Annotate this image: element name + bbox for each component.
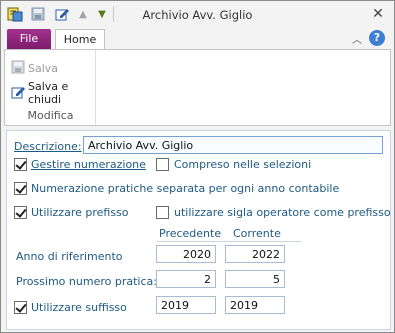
help-icon[interactable]: ? — [369, 30, 385, 46]
numerazione-separata-checkbox[interactable] — [14, 182, 27, 195]
tab-file[interactable]: File — [7, 29, 51, 49]
descrizione-label: Descrizione: — [14, 140, 82, 153]
numerazione-separata-label[interactable]: Numerazione pratiche separata per ogni a… — [31, 182, 339, 195]
anno-riferimento-label: Anno di riferimento — [16, 250, 123, 263]
window-title: Archivio Avv. Giglio — [142, 8, 253, 22]
utilizzare-suffisso-label[interactable]: Utilizzare suffisso — [31, 301, 127, 314]
prossimo-corrente-field[interactable]: 5 — [225, 270, 285, 288]
compreso-selezioni-label[interactable]: Compreso nelle selezioni — [174, 158, 311, 171]
gestire-numerazione-checkbox[interactable] — [14, 158, 27, 171]
prossimo-numero-label: Prossimo numero pratica: — [16, 275, 157, 288]
utilizzare-prefisso-label[interactable]: Utilizzare prefisso — [31, 206, 129, 219]
window: ▲ ▼ Archivio Avv. Giglio ✕ File Home ︿ ?… — [0, 0, 395, 333]
tab-home[interactable]: Home — [55, 29, 105, 50]
save-small-icon — [11, 60, 25, 77]
ribbon-tabs: File Home ︿ ? — [1, 28, 394, 50]
save-label: Salva — [28, 61, 59, 75]
save-button[interactable]: Salva — [11, 59, 58, 77]
ribbon: Salva Salva e chiudi Modifica — [4, 49, 391, 126]
suffisso-precedente-field[interactable]: 2019 — [156, 296, 216, 314]
close-icon[interactable]: ✕ — [370, 6, 386, 22]
utilizzare-prefisso-checkbox[interactable] — [14, 206, 27, 219]
sigla-operatore-label[interactable]: utilizzare sigla operatore come prefisso — [174, 206, 391, 219]
column-divider — [157, 241, 301, 242]
gestire-numerazione-label[interactable]: Gestire numerazione — [31, 158, 146, 171]
save-close-label: Salva e chiudi — [28, 80, 69, 106]
ribbon-group-modifica: Salva Salva e chiudi Modifica — [5, 50, 96, 125]
anno-corrente-field[interactable]: 2022 — [225, 245, 285, 263]
collapse-ribbon-icon[interactable]: ︿ — [350, 31, 364, 46]
prossimo-precedente-field[interactable]: 2 — [156, 270, 216, 288]
title-bar: ▲ ▼ Archivio Avv. Giglio ✕ — [1, 1, 394, 28]
col-corrente-header: Corrente — [233, 227, 281, 240]
suffisso-corrente-field[interactable]: 2019 — [225, 296, 285, 314]
descrizione-field[interactable]: Archivio Avv. Giglio — [83, 136, 383, 154]
col-precedente-header: Precedente — [159, 227, 222, 240]
save-close-button[interactable]: Salva e chiudi — [11, 80, 95, 106]
compreso-selezioni-checkbox[interactable] — [156, 158, 169, 171]
utilizzare-suffisso-checkbox[interactable] — [14, 301, 27, 314]
save-close-icon — [11, 85, 25, 102]
anno-precedente-field[interactable]: 2020 — [156, 245, 216, 263]
form-panel: Descrizione: Archivio Avv. Giglio Gestir… — [6, 130, 391, 330]
group-label: Modifica — [27, 109, 74, 122]
sigla-operatore-checkbox[interactable] — [156, 206, 169, 219]
